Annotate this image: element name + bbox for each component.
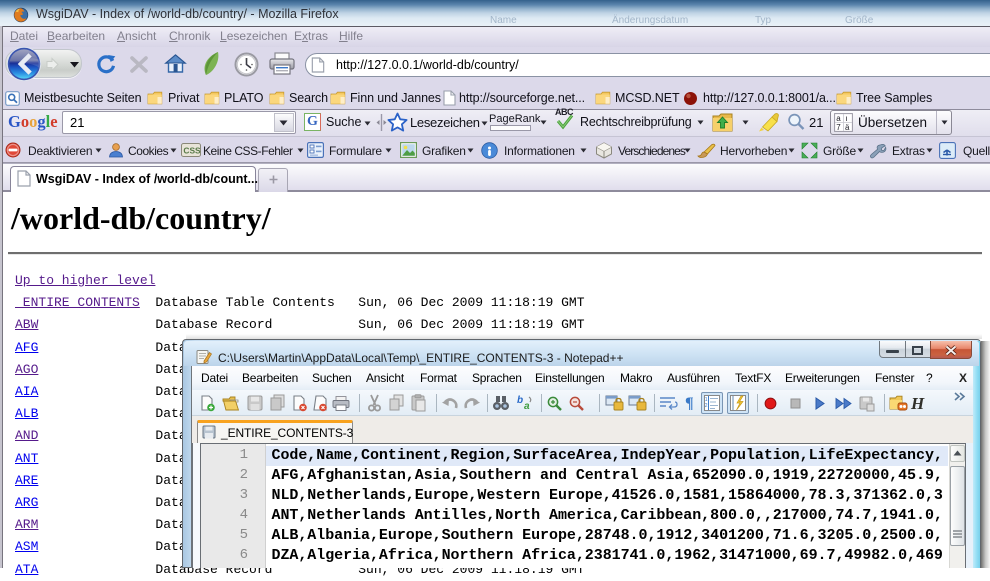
svg-text:CSS: CSS [183, 146, 201, 156]
svg-text:a: a [524, 401, 530, 412]
svg-text:7: 7 [836, 123, 841, 132]
svg-text:¶: ¶ [685, 395, 694, 412]
svg-text:2: 2 [705, 403, 708, 409]
svg-text:ä: ä [845, 123, 850, 132]
svg-text:ı: ı [846, 114, 848, 123]
svg-text:a: a [836, 114, 841, 123]
svg-text:b: b [517, 395, 523, 406]
